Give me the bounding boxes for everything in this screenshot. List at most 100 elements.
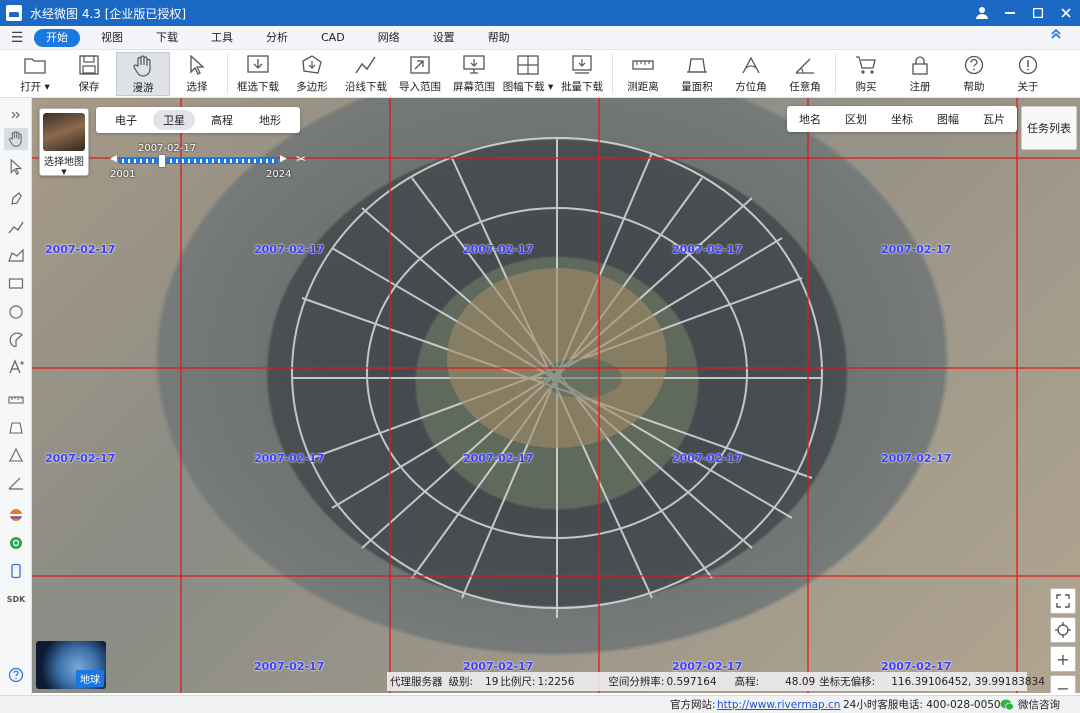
about-label: 关于 bbox=[1017, 81, 1039, 93]
polyline-download-button[interactable]: 沿线下载 bbox=[339, 52, 393, 96]
collapse-ribbon-icon[interactable] bbox=[1050, 28, 1062, 44]
batch-download-icon bbox=[569, 54, 595, 76]
import-range-button[interactable]: 导入范围 bbox=[393, 52, 447, 96]
tab-terrain[interactable]: 地形 bbox=[249, 110, 291, 130]
draw-rectangle-icon[interactable] bbox=[4, 272, 28, 294]
save-button[interactable]: 保存 bbox=[62, 52, 116, 96]
expand-sidebar-icon[interactable] bbox=[4, 104, 28, 126]
tab-tiles[interactable]: 瓦片 bbox=[983, 111, 1005, 127]
tile-date-label: 2007-02-17 bbox=[463, 243, 534, 256]
azimuth-button[interactable]: 方位角 bbox=[724, 52, 778, 96]
timeline-prev-icon[interactable]: ◀ bbox=[110, 154, 117, 164]
resolution-value: 0.597164 bbox=[666, 675, 717, 688]
timeline-start-year: 2001 bbox=[110, 169, 136, 180]
box-download-button[interactable]: 框选下载 bbox=[231, 52, 285, 96]
polygon-button[interactable]: 多边形 bbox=[285, 52, 339, 96]
screen-range-button[interactable]: 屏幕范围 bbox=[447, 52, 501, 96]
toolbar-divider bbox=[612, 54, 613, 94]
scale-value: 1:2256 bbox=[537, 675, 575, 688]
any-angle-button[interactable]: 任意角 bbox=[778, 52, 832, 96]
timeline-track[interactable] bbox=[118, 158, 278, 164]
tab-electronic[interactable]: 电子 bbox=[105, 110, 147, 130]
tile-date-label: 2007-02-17 bbox=[254, 243, 325, 256]
tile-date-label: 2007-02-17 bbox=[672, 452, 743, 465]
menu-bar: ☰ 开始 视图 下载 工具 分析 CAD 网络 设置 帮助 bbox=[0, 26, 1080, 50]
cart-icon bbox=[853, 54, 879, 76]
zoom-in-button[interactable]: + bbox=[1050, 646, 1076, 672]
zoom-out-button[interactable]: − bbox=[1050, 675, 1076, 693]
tab-coordinates[interactable]: 坐标 bbox=[891, 111, 913, 127]
wechat-consult-button[interactable]: 微信咨询 bbox=[1000, 697, 1060, 712]
globe-label: 地球 bbox=[76, 670, 104, 687]
sdk-icon[interactable]: SDK bbox=[4, 588, 28, 610]
close-button[interactable] bbox=[1052, 0, 1080, 26]
select-button[interactable]: 选择 bbox=[170, 52, 224, 96]
help-icon[interactable] bbox=[4, 664, 28, 686]
maximize-button[interactable] bbox=[1024, 0, 1052, 26]
draw-line-icon[interactable] bbox=[4, 216, 28, 238]
folder-icon bbox=[22, 54, 48, 76]
about-button[interactable]: 关于 bbox=[1001, 52, 1055, 96]
buy-button[interactable]: 购买 bbox=[839, 52, 893, 96]
pan-button[interactable]: 漫游 bbox=[116, 52, 170, 96]
map-canvas[interactable]: 2007-02-17 2007-02-17 2007-02-17 2007-02… bbox=[32, 98, 1080, 693]
hand-icon[interactable] bbox=[4, 128, 28, 150]
menu-network[interactable]: 网络 bbox=[366, 29, 412, 47]
open-button[interactable]: 打开 ▾ bbox=[8, 52, 62, 96]
globe-minimap[interactable]: 地球 bbox=[36, 641, 106, 689]
level-value: 19 bbox=[485, 675, 499, 688]
pan-label: 漫游 bbox=[132, 82, 154, 94]
batch-download-button[interactable]: 批量下载 bbox=[555, 52, 609, 96]
measure-distance-button[interactable]: 测距离 bbox=[616, 52, 670, 96]
fullscreen-button[interactable] bbox=[1050, 588, 1076, 614]
draw-polygon-icon[interactable] bbox=[4, 244, 28, 266]
draw-sector-icon[interactable] bbox=[4, 328, 28, 350]
task-list-button[interactable]: 任务列表 bbox=[1021, 106, 1077, 150]
measure-area-button[interactable]: 量面积 bbox=[670, 52, 724, 96]
mobile-icon[interactable] bbox=[4, 560, 28, 582]
menu-help[interactable]: 帮助 bbox=[476, 29, 522, 47]
draw-circle-icon[interactable] bbox=[4, 300, 28, 322]
buy-label: 购买 bbox=[855, 81, 877, 93]
area-icon[interactable] bbox=[4, 416, 28, 438]
tab-divisions[interactable]: 区划 bbox=[845, 111, 867, 127]
grid-icon bbox=[515, 54, 541, 76]
timeline-settings-icon[interactable]: ✂ bbox=[296, 152, 306, 166]
tab-elevation[interactable]: 高程 bbox=[201, 110, 243, 130]
hotline-text: 24小时客服电话: 400-028-0050 bbox=[843, 699, 1001, 711]
history-timeline[interactable]: 2007-02-17 ◀ ▶ 2001 2024 ✂ bbox=[110, 143, 320, 183]
ruler-icon[interactable] bbox=[4, 388, 28, 410]
menu-analysis[interactable]: 分析 bbox=[254, 29, 300, 47]
minimize-button[interactable] bbox=[996, 0, 1024, 26]
layers-color-icon[interactable] bbox=[4, 504, 28, 526]
basemap-selector[interactable]: 选择地图 ▼ bbox=[39, 108, 89, 176]
menu-tools[interactable]: 工具 bbox=[199, 29, 245, 47]
menu-view[interactable]: 视图 bbox=[89, 29, 135, 47]
site-link[interactable]: http://www.rivermap.cn bbox=[717, 699, 840, 711]
plugin-icon[interactable] bbox=[4, 532, 28, 554]
text-icon[interactable] bbox=[4, 356, 28, 378]
timeline-next-icon[interactable]: ▶ bbox=[280, 154, 287, 164]
menu-settings[interactable]: 设置 bbox=[421, 29, 467, 47]
lock-icon bbox=[907, 54, 933, 76]
menu-cad[interactable]: CAD bbox=[309, 29, 357, 47]
tab-map-sheets[interactable]: 图幅 bbox=[937, 111, 959, 127]
sheet-download-button[interactable]: 图幅下载 ▾ bbox=[501, 52, 555, 96]
user-icon[interactable] bbox=[968, 0, 996, 26]
tab-satellite[interactable]: 卫星 bbox=[153, 110, 195, 130]
sheet-download-label: 图幅下载 ▾ bbox=[502, 81, 554, 93]
menu-start[interactable]: 开始 bbox=[34, 28, 80, 47]
locate-button[interactable] bbox=[1050, 617, 1076, 643]
help-button[interactable]: 帮助 bbox=[947, 52, 1001, 96]
timeline-slider-handle[interactable] bbox=[158, 154, 166, 168]
register-button[interactable]: 注册 bbox=[893, 52, 947, 96]
hamburger-menu-icon[interactable]: ☰ bbox=[0, 30, 34, 46]
tab-place-names[interactable]: 地名 bbox=[799, 111, 821, 127]
angle-icon[interactable] bbox=[4, 472, 28, 494]
basemap-thumbnail bbox=[43, 113, 85, 151]
draw-point-icon[interactable] bbox=[4, 188, 28, 210]
polyline-download-label: 沿线下载 bbox=[345, 81, 387, 93]
azimuth-icon[interactable] bbox=[4, 444, 28, 466]
pointer-icon[interactable] bbox=[4, 156, 28, 178]
menu-download[interactable]: 下载 bbox=[144, 29, 190, 47]
